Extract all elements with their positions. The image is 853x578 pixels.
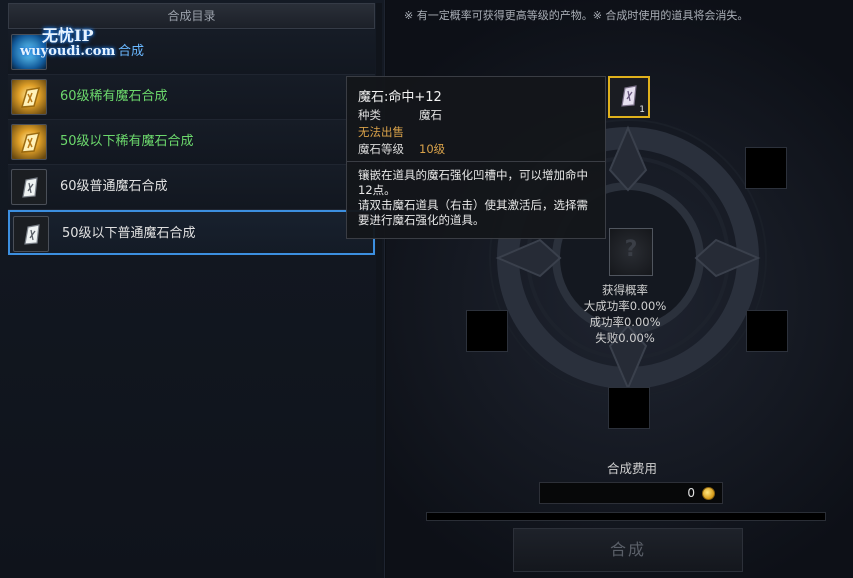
tooltip-type-value: 魔石 xyxy=(419,108,442,122)
recipe-label: 60级普通魔石合成 xyxy=(60,179,168,194)
progress-bar xyxy=(426,512,826,521)
material-slot-bottom[interactable] xyxy=(608,387,650,429)
fail-rate: 失败0.00% xyxy=(595,331,655,345)
tooltip-title: 魔石:命中+12 xyxy=(358,90,442,105)
watermark-url: wuyoudi.com xyxy=(20,44,116,59)
white-magic-stone-icon xyxy=(13,216,49,252)
probability-title: 获得概率 xyxy=(602,283,648,297)
result-slot: ? xyxy=(609,228,653,276)
item-tooltip: 魔石:命中+12 种类 魔石 无法出售 魔石等级 10级 镶嵌在道具的魔石强化凹… xyxy=(346,76,606,239)
recipe-item-50-normal[interactable]: 50级以下普通魔石合成 xyxy=(8,210,375,255)
recipe-label: 50级以下普通魔石合成 xyxy=(62,226,196,241)
tooltip-unsellable: 无法出售 xyxy=(358,125,404,139)
tooltip-level-value: 10级 xyxy=(419,142,446,156)
recipe-item-50-rare[interactable]: 50级以下稀有魔石合成 xyxy=(8,120,375,165)
watermark-logo: 无忧IP wuyoudi.com xyxy=(20,22,115,59)
slot-quantity: 1 xyxy=(639,105,645,115)
great-success-rate: 大成功率0.00% xyxy=(583,299,667,313)
cost-value: 0 xyxy=(687,486,695,500)
gold-coin-icon xyxy=(702,487,715,500)
tooltip-type-row: 种类 魔石 xyxy=(358,107,442,123)
material-slot-upper-right[interactable] xyxy=(745,147,787,189)
notice-text: ※ 有一定概率可获得更高等级的产物。※ 合成时使用的道具将会消失。 xyxy=(404,9,749,22)
probability-panel: 获得概率 大成功率0.00% 成功率0.00% 失败0.00% xyxy=(566,282,684,346)
recipe-label: 50级以下稀有魔石合成 xyxy=(60,134,194,149)
recipe-item-60-normal[interactable]: 60级普通魔石合成 xyxy=(8,165,375,210)
gold-magic-stone-icon xyxy=(11,79,47,115)
success-rate: 成功率0.00% xyxy=(589,315,661,329)
cost-label: 合成费用 xyxy=(606,461,657,476)
material-slot-top[interactable]: 1 xyxy=(608,76,650,118)
recipe-label: 合成 xyxy=(118,44,145,59)
white-magic-stone-icon xyxy=(11,169,47,205)
recipe-label: 60级稀有魔石合成 xyxy=(60,89,168,104)
cost-field: 0 xyxy=(539,482,723,504)
tooltip-description: 镶嵌在道具的魔石强化凹槽中，可以增加命中12点。 请双击魔石道具（右击）使其激活… xyxy=(358,168,588,227)
recipe-list: 合成 60级稀有魔石合成 50级以下稀有魔石合成 60级普通魔石合成 50级以下… xyxy=(8,30,375,255)
tooltip-level-row: 魔石等级 10级 xyxy=(358,141,445,157)
watermark-title: 无忧IP xyxy=(42,26,94,45)
tooltip-level-key: 魔石等级 xyxy=(358,142,404,156)
material-slot-right[interactable] xyxy=(746,310,788,352)
recipe-panel: 合成目录 合成 60级稀有魔石合成 50级以下稀有魔石合成 60级普通魔石合成 xyxy=(0,0,385,578)
tooltip-divider xyxy=(347,161,605,162)
tooltip-type-key: 种类 xyxy=(358,108,381,122)
recipe-item-60-rare[interactable]: 60级稀有魔石合成 xyxy=(8,75,375,120)
craft-button[interactable]: 合成 xyxy=(513,528,743,572)
material-slot-left[interactable] xyxy=(466,310,508,352)
result-placeholder-icon: ? xyxy=(624,237,638,262)
gold-magic-stone-icon xyxy=(11,124,47,160)
